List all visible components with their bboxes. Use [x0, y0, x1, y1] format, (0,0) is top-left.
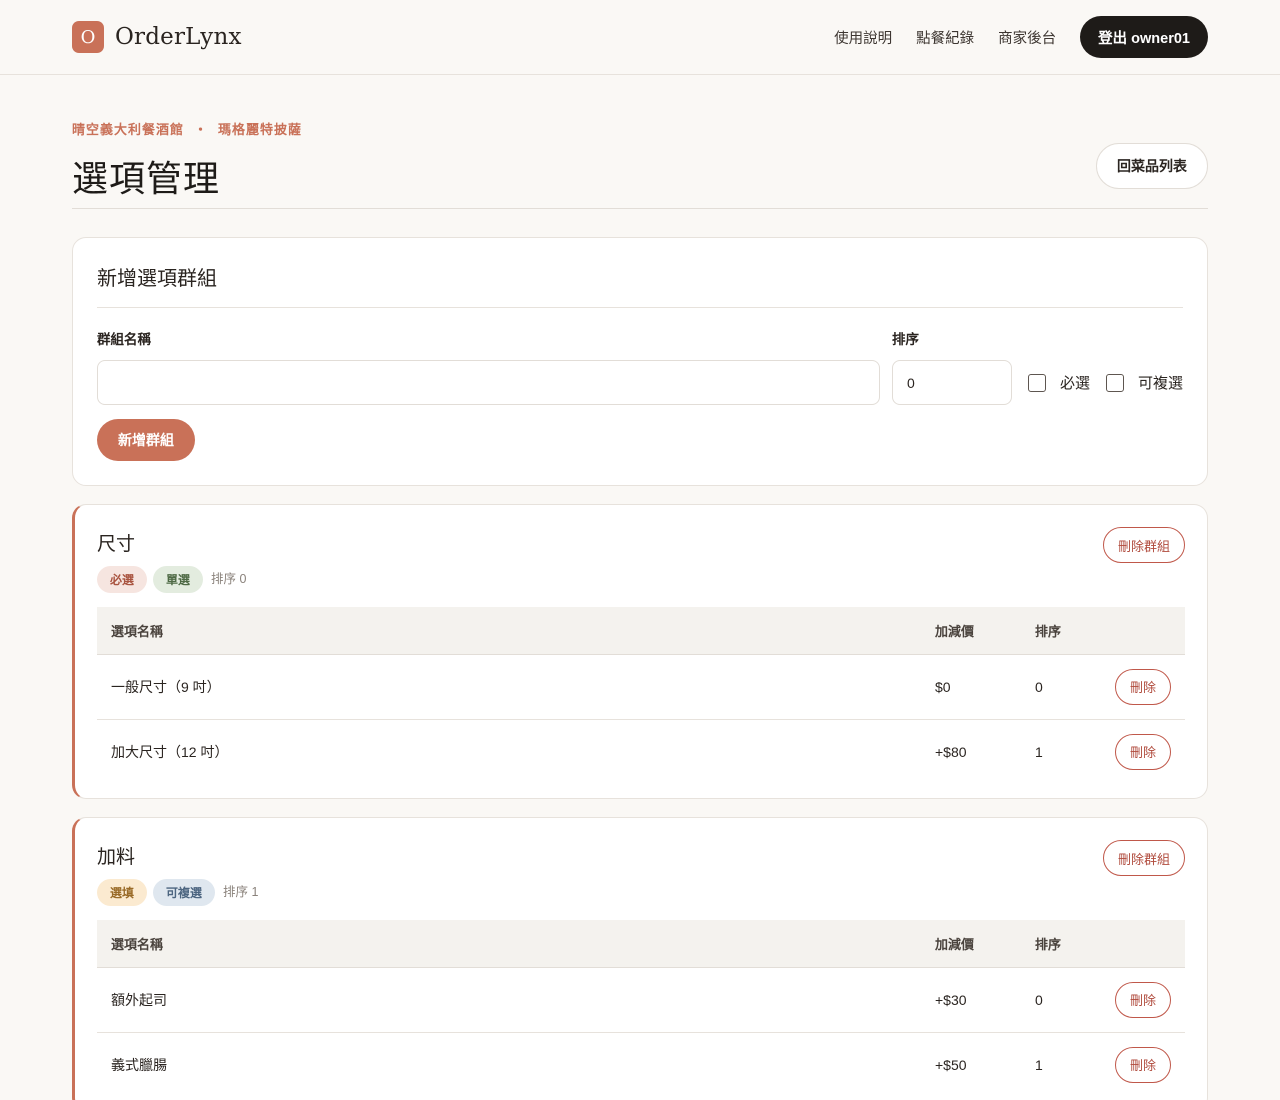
app-name: OrderLynx — [115, 24, 242, 50]
option-price: +$80 — [921, 718, 1021, 784]
delete-option-button[interactable]: 刪除 — [1115, 1046, 1171, 1083]
delete-option-button[interactable]: 刪除 — [1115, 668, 1171, 705]
header-action — [1101, 920, 1185, 968]
option-sort: 0 — [1035, 678, 1043, 695]
header-option-name: 選項名稱 — [97, 607, 921, 655]
nav-merchant-dashboard[interactable]: 商家後台 — [998, 27, 1056, 48]
option-group-card: 尺寸 必選 單選 排序 0 刪除群組 選項名稱 加減價 排序 一般尺寸（9 吋）… — [72, 504, 1208, 799]
group-sort-label: 排序 — [891, 332, 919, 347]
group-name: 加料 — [97, 846, 136, 868]
breadcrumb-separator: ・ — [194, 122, 209, 137]
header-option-name: 選項名稱 — [97, 920, 921, 968]
options-table: 選項名稱 加減價 排序 額外起司 +$30 0 刪除 義式臘腸 +$50 1 刪… — [97, 920, 1185, 1097]
table-row: 一般尺寸（9 吋） $0 0 刪除 — [97, 654, 1185, 719]
nav-order-history[interactable]: 點餐紀錄 — [916, 27, 974, 48]
selection-mode-badge: 單選 — [153, 566, 204, 593]
new-group-form: 群組名稱 排序 必選 可複選 — [97, 328, 1183, 405]
required-badge: 必選 — [97, 566, 148, 593]
option-name: 一般尺寸（9 吋） — [111, 678, 221, 695]
option-sort: 0 — [1035, 991, 1043, 1008]
multi-checkbox-item[interactable]: 可複選 — [1105, 372, 1183, 393]
option-sort: 1 — [1021, 718, 1101, 784]
option-sort: 1 — [1021, 1031, 1101, 1097]
required-checkbox-item[interactable]: 必選 — [1027, 372, 1090, 393]
group-sort-text: 排序 1 — [223, 885, 259, 899]
option-price: $0 — [935, 678, 951, 695]
group-name-label: 群組名稱 — [97, 332, 151, 347]
nav-help[interactable]: 使用說明 — [834, 27, 892, 48]
required-checkbox-label: 必選 — [1059, 375, 1090, 392]
group-name: 尺寸 — [97, 533, 136, 555]
required-badge: 選填 — [97, 879, 148, 906]
table-row: 加大尺寸（12 吋） +$80 1 刪除 — [97, 718, 1185, 784]
page-header: 晴空義大利餐酒館 ・ 瑪格麗特披薩 選項管理 回菜品列表 — [72, 75, 1208, 209]
options-table: 選項名稱 加減價 排序 一般尺寸（9 吋） $0 0 刪除 加大尺寸（12 吋）… — [97, 607, 1185, 784]
group-sort-text: 排序 0 — [211, 572, 247, 586]
group-name-input[interactable] — [97, 360, 880, 405]
breadcrumb-item[interactable]: 瑪格麗特披薩 — [218, 119, 302, 138]
add-group-button[interactable]: 新增群組 — [97, 419, 195, 461]
option-price: +$30 — [935, 991, 967, 1008]
main-content: 晴空義大利餐酒館 ・ 瑪格麗特披薩 選項管理 回菜品列表 新增選項群組 群組名稱… — [0, 75, 1280, 1100]
option-name: 額外起司 — [111, 991, 167, 1008]
group-sort-field: 排序 — [891, 328, 1012, 405]
table-row: 義式臘腸 +$50 1 刪除 — [97, 1031, 1185, 1097]
group-name-field: 群組名稱 — [97, 328, 880, 405]
breadcrumb-restaurant[interactable]: 晴空義大利餐酒館 — [72, 119, 184, 138]
new-group-card: 新增選項群組 群組名稱 排序 必選 可複選 新增群組 — [72, 237, 1208, 486]
page-title: 選項管理 — [72, 159, 221, 200]
main-nav: 使用說明 點餐紀錄 商家後台 登出 owner01 — [834, 16, 1208, 58]
option-group-card: 加料 選填 可複選 排序 1 刪除群組 選項名稱 加減價 排序 額外起司 +$3… — [72, 817, 1208, 1100]
app-logo-icon: O — [72, 21, 104, 53]
multi-select-checkbox[interactable] — [1105, 373, 1124, 392]
required-checkbox[interactable] — [1027, 373, 1046, 392]
option-name: 加大尺寸（12 吋） — [97, 718, 921, 784]
group-sort-input[interactable] — [891, 360, 1012, 405]
header-price: 加減價 — [921, 607, 1021, 655]
delete-group-button[interactable]: 刪除群組 — [1102, 527, 1185, 563]
option-price: +$50 — [921, 1031, 1021, 1097]
header-action — [1101, 607, 1185, 655]
breadcrumb: 晴空義大利餐酒館 ・ 瑪格麗特披薩 — [72, 119, 1208, 138]
top-bar: O OrderLynx 使用說明 點餐紀錄 商家後台 登出 owner01 — [0, 0, 1280, 75]
header-price: 加減價 — [921, 920, 1021, 968]
header-sort: 排序 — [1021, 607, 1101, 655]
options-table-header: 選項名稱 加減價 排序 — [97, 607, 1185, 655]
group-flags: 必選 可複選 — [1027, 360, 1183, 405]
brand[interactable]: O OrderLynx — [72, 21, 242, 53]
delete-group-button[interactable]: 刪除群組 — [1102, 840, 1185, 876]
group-tags: 選填 可複選 排序 1 — [97, 879, 1185, 906]
selection-mode-badge: 可複選 — [153, 879, 216, 906]
multi-select-checkbox-label: 可複選 — [1137, 375, 1183, 392]
option-name: 義式臘腸 — [97, 1031, 921, 1097]
table-row: 額外起司 +$30 0 刪除 — [97, 967, 1185, 1032]
back-to-items-button[interactable]: 回菜品列表 — [1096, 143, 1208, 189]
header-sort: 排序 — [1021, 920, 1101, 968]
options-table-header: 選項名稱 加減價 排序 — [97, 920, 1185, 968]
delete-option-button[interactable]: 刪除 — [1115, 733, 1171, 770]
delete-option-button[interactable]: 刪除 — [1115, 981, 1171, 1018]
group-tags: 必選 單選 排序 0 — [97, 566, 1185, 593]
new-group-title: 新增選項群組 — [97, 262, 1183, 308]
logout-button[interactable]: 登出 owner01 — [1080, 16, 1208, 58]
